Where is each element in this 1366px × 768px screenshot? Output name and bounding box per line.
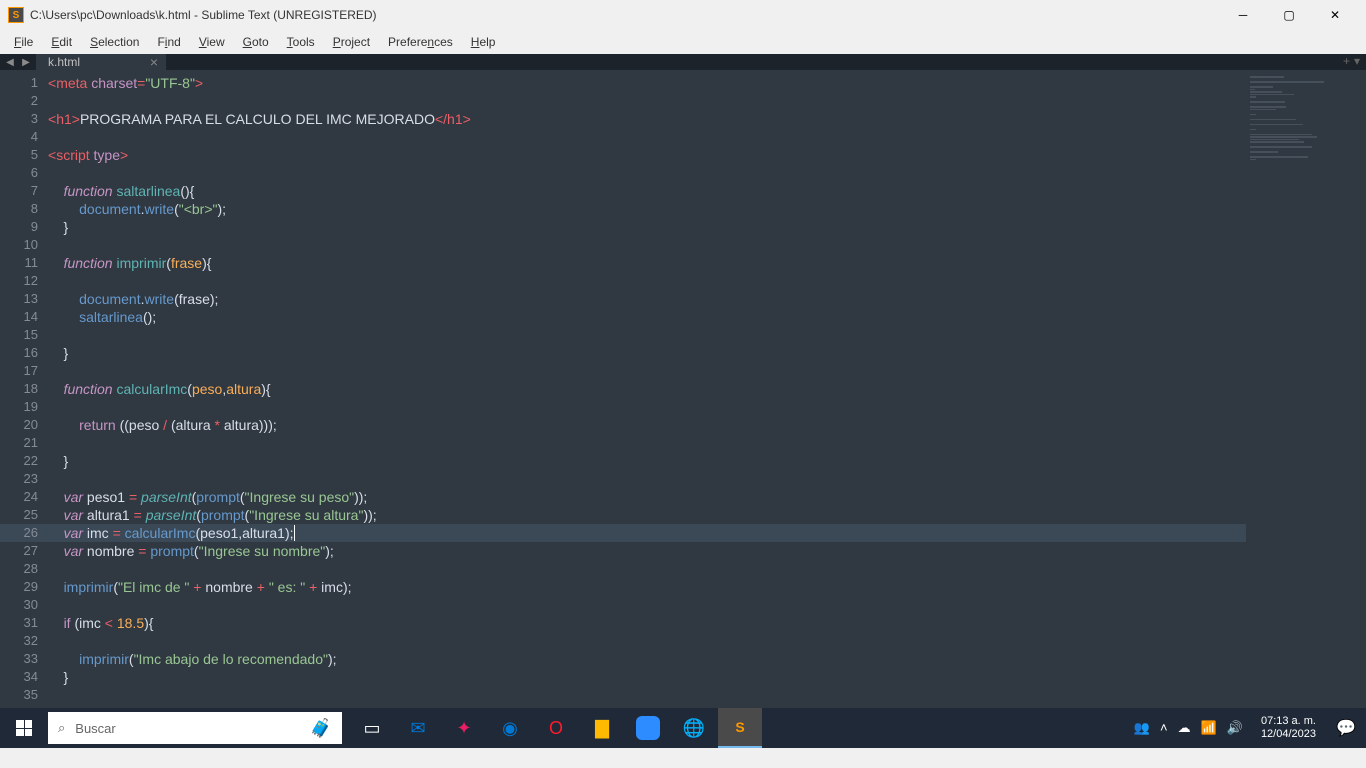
search-placeholder: Buscar — [75, 721, 115, 736]
menu-help[interactable]: Help — [463, 33, 504, 51]
window-title: C:\Users\pc\Downloads\k.html - Sublime T… — [30, 8, 1220, 22]
notifications-icon[interactable]: 💬 — [1326, 718, 1366, 738]
menu-goto[interactable]: Goto — [235, 33, 277, 51]
tab-close-icon[interactable]: × — [150, 54, 158, 70]
tab-prev-icon[interactable]: ◀ — [2, 54, 18, 70]
tray-onedrive-icon[interactable]: ☁ — [1178, 720, 1191, 736]
app-icon-1[interactable]: ✦ — [442, 708, 486, 748]
taskbar-clock[interactable]: 07:13 a. m. 12/04/2023 — [1251, 715, 1326, 741]
tab-nav: ◀ ▶ — [0, 54, 36, 70]
clock-time: 07:13 a. m. — [1261, 715, 1316, 728]
edge-icon[interactable]: ◉ — [488, 708, 532, 748]
menu-view[interactable]: View — [191, 33, 233, 51]
tab-menu-icon[interactable]: ▾ — [1354, 54, 1360, 68]
close-button[interactable]: ✕ — [1312, 0, 1358, 30]
taskbar-search[interactable]: ⌕ Buscar 🧳 — [48, 712, 342, 744]
titlebar: S C:\Users\pc\Downloads\k.html - Sublime… — [0, 0, 1366, 30]
menu-preferences[interactable]: Preferences — [380, 33, 461, 51]
minimize-button[interactable]: ─ — [1220, 0, 1266, 30]
minimap[interactable] — [1246, 70, 1366, 708]
tab-actions: + ▾ — [1343, 54, 1360, 68]
code-content[interactable]: <meta charset="UTF-8"> <h1>PROGRAMA PARA… — [48, 70, 1246, 708]
tab-khtml[interactable]: k.html × — [36, 54, 166, 70]
windows-logo-icon — [16, 720, 32, 736]
search-icon: ⌕ — [58, 720, 65, 736]
line-gutter: 1234567891011121314151617181920212223242… — [0, 70, 48, 708]
window-controls: ─ ▢ ✕ — [1220, 0, 1358, 30]
menu-selection[interactable]: Selection — [82, 33, 147, 51]
taskbar: ⌕ Buscar 🧳 ▭ ✉ ✦ ◉ O ▇ ▪ 🌐 S 👥 ˄ ☁ 📶 🔊 0… — [0, 708, 1366, 748]
explorer-icon[interactable]: ▇ — [580, 708, 624, 748]
app-icon: S — [8, 7, 24, 23]
menu-file[interactable]: File — [6, 33, 41, 51]
code-area[interactable]: 1234567891011121314151617181920212223242… — [0, 70, 1366, 708]
taskbar-apps: ▭ ✉ ✦ ◉ O ▇ ▪ 🌐 S — [350, 708, 762, 748]
mail-icon[interactable]: ✉ — [396, 708, 440, 748]
tray-volume-icon[interactable]: 🔊 — [1227, 720, 1243, 736]
start-button[interactable] — [0, 708, 48, 748]
tray-wifi-icon[interactable]: 📶 — [1201, 720, 1217, 736]
tabbar: ◀ ▶ k.html × + ▾ — [0, 54, 1366, 70]
system-tray: 👥 ˄ ☁ 📶 🔊 07:13 a. m. 12/04/2023 💬 — [1126, 708, 1366, 748]
sublime-icon[interactable]: S — [718, 708, 762, 748]
zoom-icon[interactable]: ▪ — [636, 716, 660, 740]
menu-find[interactable]: Find — [149, 33, 188, 51]
editor: ◀ ▶ k.html × + ▾ 12345678910111213141516… — [0, 54, 1366, 708]
clock-date: 12/04/2023 — [1261, 728, 1316, 741]
menu-project[interactable]: Project — [325, 33, 378, 51]
opera-icon[interactable]: O — [534, 708, 578, 748]
chrome-icon[interactable]: 🌐 — [672, 708, 716, 748]
search-decoration-icon: 🧳 — [310, 718, 332, 739]
tab-label: k.html — [48, 55, 80, 69]
menu-tools[interactable]: Tools — [279, 33, 323, 51]
tray-people-icon[interactable]: 👥 — [1134, 720, 1150, 736]
maximize-button[interactable]: ▢ — [1266, 0, 1312, 30]
new-tab-icon[interactable]: + — [1343, 54, 1350, 68]
taskview-icon[interactable]: ▭ — [350, 708, 394, 748]
menubar: File Edit Selection Find View Goto Tools… — [0, 30, 1366, 54]
tab-next-icon[interactable]: ▶ — [18, 54, 34, 70]
tray-chevron-icon[interactable]: ˄ — [1160, 720, 1168, 736]
menu-edit[interactable]: Edit — [43, 33, 80, 51]
